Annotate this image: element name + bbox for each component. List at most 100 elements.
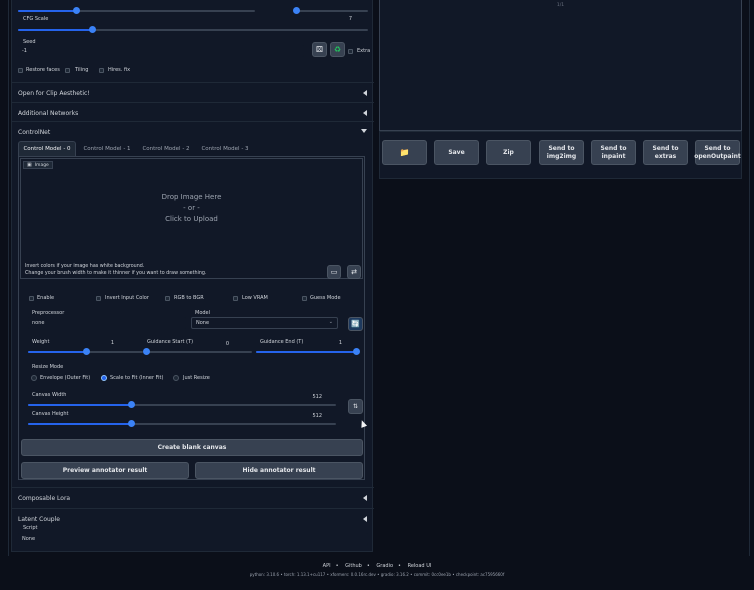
enable-checkbox[interactable]	[29, 296, 34, 301]
extra-seed-label: Extra	[357, 48, 371, 54]
tiling-label: Tiling	[75, 67, 89, 73]
cfg-scale-slider[interactable]	[18, 26, 368, 33]
click-upload-text: Click to Upload	[165, 215, 218, 223]
brush-hint: Change your brush width to make it thinn…	[25, 271, 207, 276]
guidance-end-label: Guidance End (T)	[260, 339, 304, 345]
footer-link-github[interactable]: Github	[345, 563, 362, 569]
guidance-start-slider[interactable]	[143, 348, 252, 355]
zip-button[interactable]: Zip	[486, 140, 531, 165]
send-to-openoutpaint-button[interactable]: Send to openOutpaint	[694, 140, 741, 165]
cfg-scale-value[interactable]: 7	[342, 16, 352, 22]
guess-mode-checkbox[interactable]	[302, 296, 307, 301]
footer-versions: python: 3.10.6 • torch: 1.13.1+cu117 • x…	[249, 572, 505, 577]
restore-faces-checkbox[interactable]	[18, 68, 23, 73]
drop-text: Drop Image Here	[161, 193, 222, 201]
canvas-width-label: Canvas Width	[32, 392, 67, 398]
just-resize-label: Just Resize	[183, 375, 210, 381]
tab-control-model-3[interactable]: Control Model - 3	[196, 141, 254, 156]
seed-input[interactable]: -1	[18, 45, 304, 57]
swap-canvas-button[interactable]: ⇅	[348, 399, 363, 414]
just-resize-radio[interactable]	[173, 375, 179, 381]
preprocessor-label: Preprocessor	[32, 310, 65, 316]
latent-couple-accordion[interactable]: Latent Couple	[12, 508, 374, 528]
scale-to-fit-label: Scale to Fit (Inner Fit)	[110, 375, 164, 381]
canvas-height-value[interactable]: 512	[308, 413, 322, 419]
low-vram-checkbox[interactable]	[233, 296, 238, 301]
canvas-width-slider[interactable]	[28, 401, 336, 408]
guidance-end-value[interactable]: 1	[332, 340, 342, 346]
save-button[interactable]: Save	[434, 140, 479, 165]
open-folder-button[interactable]: 📁	[382, 140, 427, 165]
collapsed-arrow-icon	[363, 516, 367, 522]
drop-or-text: - or -	[183, 204, 200, 212]
invert-input-label: Invert Input Color	[105, 295, 149, 301]
batch-slider[interactable]	[293, 7, 368, 14]
controlnet-accordion[interactable]: ControlNet	[12, 121, 374, 141]
image-tag: ▣ Image	[23, 161, 53, 169]
dice-icon: ⚄	[316, 45, 323, 54]
image-dropzone[interactable]: ▣ Image Drop Image Here - or - Click to …	[20, 158, 363, 279]
additional-networks-accordion[interactable]: Additional Networks	[12, 102, 374, 122]
hires-fix-label: Hires. fix	[108, 67, 131, 73]
footer-link-reload[interactable]: Reload UI	[408, 563, 432, 569]
accordion-title: Composable Lora	[18, 495, 71, 502]
guidance-end-slider[interactable]	[256, 348, 360, 355]
expanded-arrow-icon	[361, 129, 367, 133]
output-column: 1/1 📁 Save Zip Send to img2img Send to i…	[379, 0, 743, 181]
image-label: Image	[34, 162, 49, 168]
script-select[interactable]: None	[18, 533, 368, 545]
chevron-down-icon: ⌄	[328, 319, 333, 325]
low-vram-label: Low VRAM	[242, 295, 268, 301]
envelope-radio[interactable]	[31, 375, 37, 381]
send-to-inpaint-button[interactable]: Send to inpaint	[591, 140, 636, 165]
scale-to-fit-radio[interactable]	[101, 375, 107, 381]
tab-control-model-2[interactable]: Control Model - 2	[137, 141, 195, 156]
preprocessor-select[interactable]: none	[28, 317, 186, 329]
canvas-width-value[interactable]: 512	[308, 394, 322, 400]
new-canvas-button[interactable]: ▭	[327, 265, 341, 279]
hide-annotator-button[interactable]: Hide annotator result	[195, 462, 363, 479]
model-select[interactable]: None ⌄	[191, 317, 338, 329]
canvas-height-slider[interactable]	[28, 420, 336, 427]
canvas-icon: ▭	[330, 268, 338, 276]
extra-seed-checkbox[interactable]	[348, 49, 353, 54]
guidance-start-value[interactable]: 0	[219, 341, 229, 347]
footer-links: API • Github • Gradio • Reload UI	[322, 563, 432, 569]
weight-value[interactable]: 1	[104, 340, 114, 346]
create-blank-canvas-button[interactable]: Create blank canvas	[21, 439, 363, 456]
swap-dimensions-button[interactable]: ⇄	[347, 265, 361, 279]
accordion-title: Additional Networks	[18, 110, 79, 117]
collapsed-arrow-icon	[363, 110, 367, 116]
rgb-to-bgr-checkbox[interactable]	[165, 296, 170, 301]
resize-mode-label: Resize Mode	[32, 364, 64, 370]
canvas-height-label: Canvas Height	[32, 411, 69, 417]
folder-icon: 📁	[399, 147, 410, 157]
restore-faces-label: Restore faces	[26, 67, 60, 73]
invert-hint: Invert colors if your image has white ba…	[25, 264, 145, 269]
image-icon: ▣	[27, 162, 32, 168]
model-label: Model	[195, 310, 211, 316]
output-gallery[interactable]: 1/1	[379, 0, 742, 131]
hires-fix-checkbox[interactable]	[99, 68, 104, 73]
composable-lora-accordion[interactable]: Composable Lora	[12, 487, 374, 507]
script-label: Script	[23, 525, 38, 531]
clip-aesthetic-accordion[interactable]: Open for Clip Aesthetic!	[12, 82, 374, 102]
collapsed-arrow-icon	[363, 495, 367, 501]
reuse-seed-button[interactable]: ♻	[330, 42, 345, 57]
tab-control-model-1[interactable]: Control Model - 1	[78, 141, 136, 156]
tiling-checkbox[interactable]	[65, 68, 70, 73]
invert-input-checkbox[interactable]	[96, 296, 101, 301]
preview-annotator-button[interactable]: Preview annotator result	[21, 462, 189, 479]
tab-control-model-0[interactable]: Control Model - 0	[18, 141, 76, 156]
random-seed-button[interactable]: ⚄	[312, 42, 327, 57]
model-value: None	[196, 320, 210, 326]
footer-link-api[interactable]: API	[323, 563, 331, 569]
send-to-extras-button[interactable]: Send to extras	[643, 140, 688, 165]
send-to-img2img-button[interactable]: Send to img2img	[539, 140, 584, 165]
footer-link-gradio[interactable]: Gradio	[376, 563, 393, 569]
width-slider[interactable]	[18, 7, 255, 14]
weight-slider[interactable]	[28, 348, 143, 355]
refresh-models-button[interactable]: 🔄	[348, 317, 363, 331]
swap-icon: ⇅	[352, 403, 359, 410]
accordion-title: Latent Couple	[18, 516, 60, 523]
